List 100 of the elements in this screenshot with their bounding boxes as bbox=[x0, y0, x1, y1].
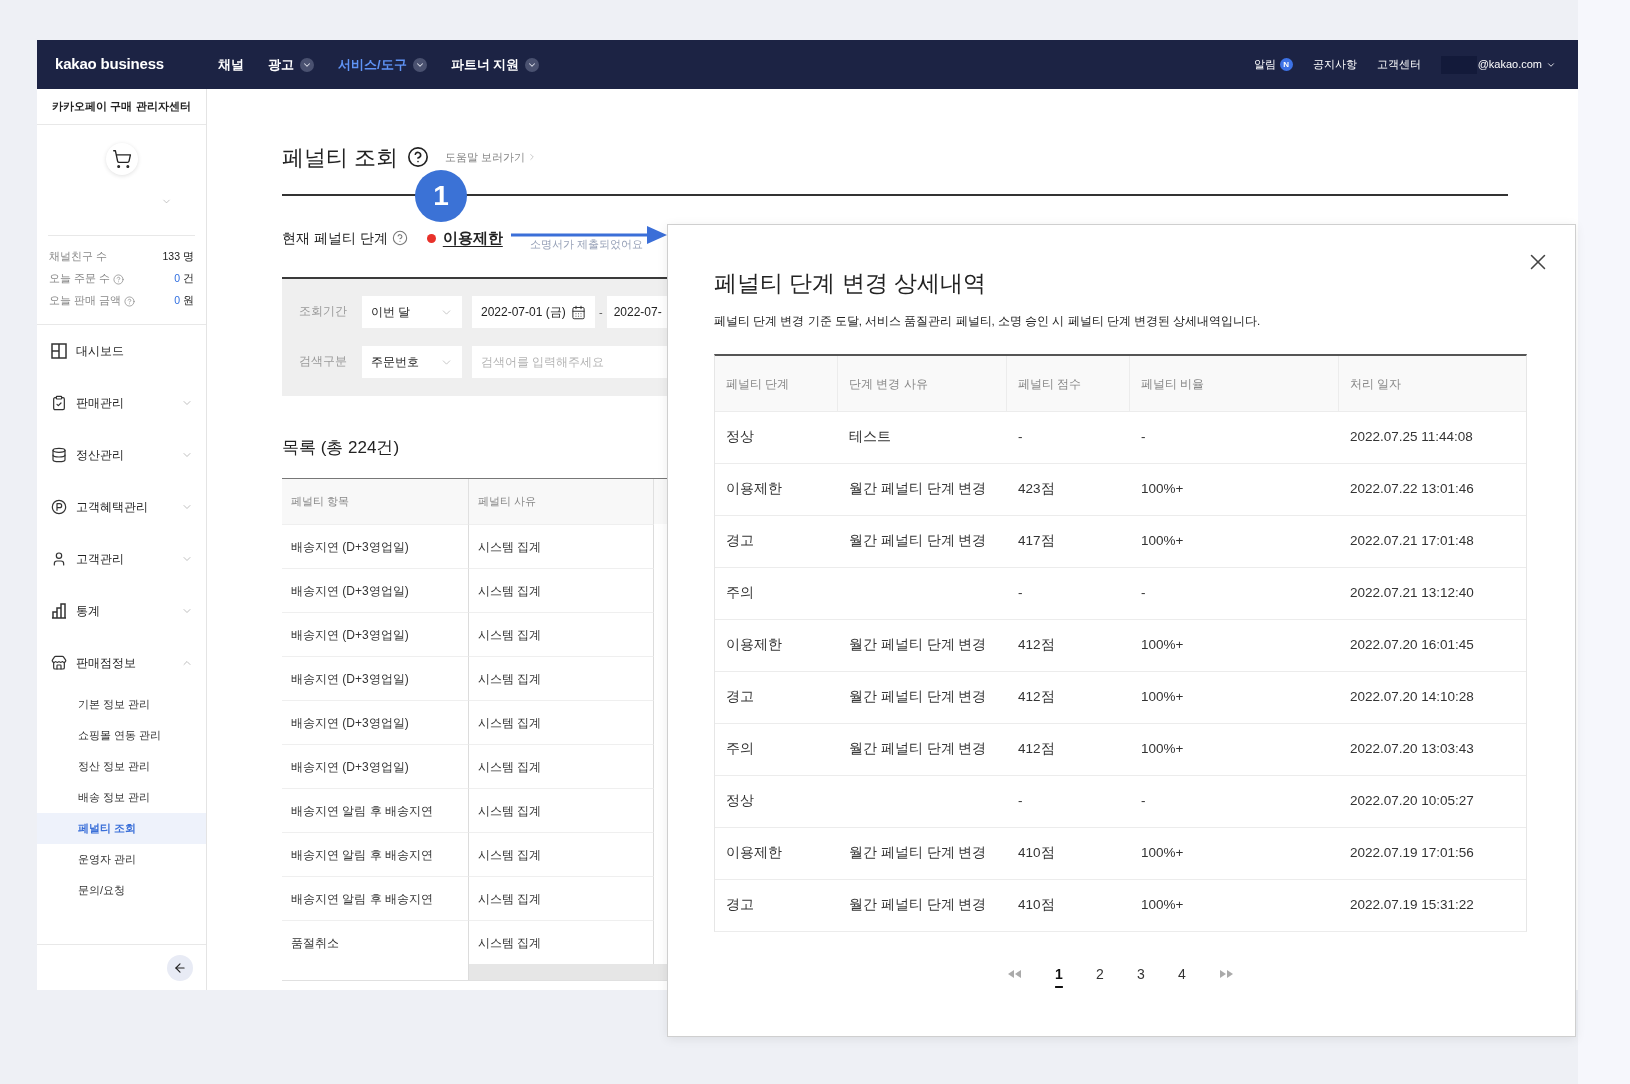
table-cell-text: 이용제한 bbox=[726, 636, 782, 655]
table-cell-text: 월간 페널티 단계 변경 bbox=[849, 532, 987, 551]
table-cell-text: - bbox=[1018, 792, 1023, 811]
table-cell: 배송지연 (D+3영업일) bbox=[282, 568, 469, 612]
table-cell-text: 정상 bbox=[726, 428, 754, 447]
table-cell-text: - bbox=[1141, 792, 1146, 811]
double-left-triangle-icon[interactable] bbox=[1008, 970, 1021, 978]
table-cell-text: 410점 bbox=[1018, 844, 1055, 863]
stage-note: 소명서가 제출되었어요 bbox=[529, 238, 643, 250]
table-cell-text: 월간 페널티 단계 변경 bbox=[849, 688, 987, 707]
bar-chart-icon bbox=[51, 603, 67, 619]
list-heading: 목록 (총 224건) bbox=[282, 437, 400, 459]
table-cell: 시스템 집계 bbox=[469, 524, 654, 568]
sidebar-menu-item[interactable]: 대시보드 bbox=[37, 325, 206, 377]
chevron-down-icon bbox=[525, 57, 540, 72]
table-cell-text: 412점 bbox=[1018, 636, 1055, 655]
page-button[interactable]: 4 bbox=[1168, 960, 1196, 988]
table-cell-text: 2022.07.20 13:03:43 bbox=[1350, 740, 1474, 759]
nav-menu-item[interactable]: 광고 bbox=[267, 54, 314, 75]
table-cell: 배송지연 (D+3영업일) bbox=[282, 744, 469, 788]
table-cell-text: 412점 bbox=[1018, 740, 1055, 759]
table-cell-text: 경고 bbox=[726, 532, 754, 551]
stat-label: 오늘 주문 수 bbox=[49, 271, 110, 287]
table-cell-text: 423점 bbox=[1018, 480, 1055, 499]
table-cell-text: 2022.07.19 15:31:22 bbox=[1350, 896, 1474, 915]
table-cell-text: 100%+ bbox=[1141, 532, 1184, 551]
table-cell-text: 월간 페널티 단계 변경 bbox=[849, 844, 987, 863]
stat-unit: 건 bbox=[183, 271, 194, 287]
chevron-down-icon bbox=[412, 57, 427, 72]
table-cell: 배송지연 (D+3영업일) bbox=[282, 524, 469, 568]
sidebar-menu-item[interactable]: 고객관리 bbox=[37, 533, 206, 585]
modal-description: 페널티 단계 변경 기준 도달, 서비스 품질관리 페널티, 소명 승인 시 페널티 단계 변경된 상세내역입니다. bbox=[714, 314, 1261, 329]
date-field[interactable]: 2022-07-01 (금) bbox=[472, 296, 595, 328]
nav-link[interactable]: 고객센터 bbox=[1376, 56, 1421, 73]
account-menu-button[interactable]: @kakao.com bbox=[1477, 56, 1556, 73]
table-cell: 배송지연 알림 후 배송지연 bbox=[282, 788, 469, 832]
table-cell-text: 100%+ bbox=[1141, 480, 1184, 499]
table-cell-text: - bbox=[1018, 584, 1023, 603]
nav-menu-item[interactable]: 채널 bbox=[217, 54, 244, 75]
alerts-button[interactable]: 알림 N bbox=[1253, 56, 1293, 73]
sidebar-menu-item[interactable]: 판매관리 bbox=[37, 377, 206, 429]
table-cell-text: 경고 bbox=[726, 688, 754, 707]
modal-title: 페널티 단계 변경 상세내역 bbox=[714, 269, 987, 298]
table-cell-text: 2022.07.21 17:01:48 bbox=[1350, 532, 1474, 551]
table-cell-text: 100%+ bbox=[1141, 896, 1184, 915]
sidebar-submenu-item[interactable]: 페널티 조회 bbox=[37, 813, 206, 844]
table-cell-text: - bbox=[1018, 428, 1023, 447]
table-cell-text: 월간 페널티 단계 변경 bbox=[849, 740, 987, 759]
table-cell: 배송지연 (D+3영업일) bbox=[282, 656, 469, 700]
column-header: 페널티 단계 bbox=[715, 356, 838, 411]
table-cell: 시스템 집계 bbox=[469, 788, 654, 832]
table-cell: 시스템 집계 bbox=[469, 876, 654, 920]
table-cell-text: 410점 bbox=[1018, 896, 1055, 915]
logo-text[interactable]: kakao business bbox=[55, 53, 164, 76]
table-cell-text: 정상 bbox=[726, 792, 754, 811]
table-cell: 시스템 집계 bbox=[469, 920, 654, 964]
stat-unit: 원 bbox=[183, 293, 194, 309]
table-cell-text: 월간 페널티 단계 변경 bbox=[849, 636, 987, 655]
sidebar-menu-item[interactable]: 통계 bbox=[37, 585, 206, 637]
sidebar-menu-item[interactable]: 정산관리 bbox=[37, 429, 206, 481]
double-right-triangle-icon[interactable] bbox=[1220, 970, 1233, 978]
stat-value: 133 bbox=[162, 249, 180, 265]
table-cell: 배송지연 알림 후 배송지연 bbox=[282, 832, 469, 876]
table-cell: 시스템 집계 bbox=[469, 744, 654, 788]
select-dropdown[interactable]: 주문번호 bbox=[362, 346, 462, 378]
sidebar-menu-item[interactable]: 고객혜택관리 bbox=[37, 481, 206, 533]
select-dropdown[interactable]: 이번 달 bbox=[362, 296, 462, 328]
scrollbar-track[interactable] bbox=[469, 964, 667, 980]
page-button[interactable]: 2 bbox=[1086, 960, 1114, 988]
column-header: 처리 일자 bbox=[1349, 375, 1403, 393]
user-icon bbox=[51, 551, 67, 567]
help-icon[interactable] bbox=[407, 146, 430, 168]
filter-label: 검색구분 bbox=[299, 354, 348, 370]
nav-menu-item[interactable]: 파트너 지원 bbox=[450, 54, 540, 75]
page-title: 페널티 조회 bbox=[282, 143, 399, 172]
table-cell-text: 2022.07.25 11:44:08 bbox=[1350, 428, 1473, 447]
nav-link[interactable]: 공지사항 bbox=[1312, 56, 1357, 73]
table-cell-text: 2022.07.20 10:05:27 bbox=[1350, 792, 1474, 811]
table-cell-text: 100%+ bbox=[1141, 636, 1184, 655]
help-link[interactable]: 도움말 보러가기 bbox=[445, 148, 538, 166]
table-cell-text: 417점 bbox=[1018, 532, 1055, 551]
stat-value[interactable]: 0 bbox=[174, 293, 180, 309]
column-header: 단계 변경 사유 bbox=[838, 356, 1007, 411]
chevron-down-icon bbox=[299, 57, 314, 72]
table-cell: 시스템 집계 bbox=[469, 700, 654, 744]
table-cell-text: 100%+ bbox=[1141, 740, 1184, 759]
page-button[interactable]: 1 bbox=[1045, 960, 1073, 988]
page-button[interactable]: 3 bbox=[1127, 960, 1155, 988]
collapse-sidebar-button[interactable] bbox=[167, 954, 193, 981]
table-cell-text: - bbox=[1141, 584, 1146, 603]
table-cell: 품절취소 bbox=[282, 920, 469, 964]
sidebar-menu-item[interactable]: 판매점정보 bbox=[37, 637, 206, 689]
stage-value-link[interactable]: 이용제한 bbox=[442, 226, 503, 250]
new-badge: N bbox=[1279, 58, 1293, 71]
stat-value[interactable]: 0 bbox=[174, 271, 180, 287]
nav-menu-item[interactable]: 서비스/도구 bbox=[337, 54, 427, 75]
table-cell-text: 주의 bbox=[726, 584, 754, 603]
column-header: 페널티 점수 bbox=[1007, 356, 1130, 411]
table-cell: 시스템 집계 bbox=[469, 568, 654, 612]
cart-icon bbox=[105, 143, 138, 175]
